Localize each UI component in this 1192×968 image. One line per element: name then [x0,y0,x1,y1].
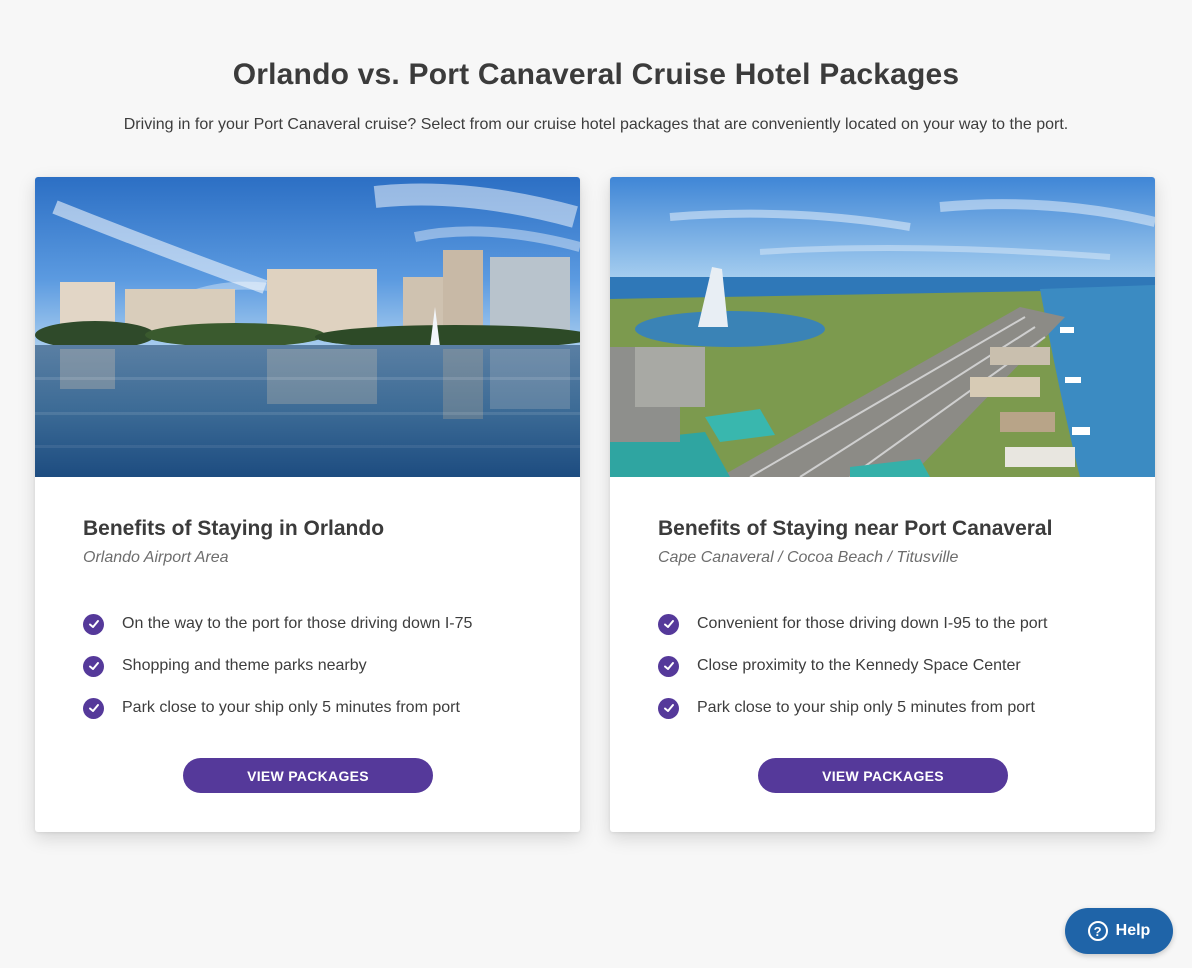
card-subtitle: Cape Canaveral / Cocoa Beach / Titusvill… [658,549,959,566]
checkmark-icon [83,613,104,635]
benefit-text: On the way to the port for those driving… [122,615,473,632]
card-subtitle: Orlando Airport Area [83,549,229,566]
benefits-list: Convenient for those driving down I-95 t… [658,603,1047,729]
benefit-text: Close proximity to the Kennedy Space Cen… [697,657,1021,674]
help-label: Help [1115,922,1151,939]
card-title: Benefits of Staying in Orlando [83,517,385,540]
benefit-item: Park close to your ship only 5 minutes f… [658,687,1047,729]
port-canaveral-card: Benefits of Staying near Port Canaveral … [610,177,1155,832]
card-title: Benefits of Staying near Port Canaveral [658,517,1053,540]
benefit-text: Convenient for those driving down I-95 t… [697,615,1048,632]
checkmark-icon [658,655,679,677]
question-circle-icon: ? [1087,921,1108,941]
checkmark-icon [83,697,104,719]
view-packages-port-canaveral-button[interactable]: VIEW PACKAGES [758,758,1008,793]
benefit-item: Park close to your ship only 5 minutes f… [83,687,472,729]
page-subtitle: Driving in for your Port Canaveral cruis… [123,116,1069,133]
benefit-text: Shopping and theme parks nearby [122,657,367,674]
orlando-card: Benefits of Staying in Orlando Orlando A… [35,177,580,832]
checkmark-icon [658,613,679,635]
benefit-item: Convenient for those driving down I-95 t… [658,603,1047,645]
page: Orlando vs. Port Canaveral Cruise Hotel … [0,0,1192,968]
page-title: Orlando vs. Port Canaveral Cruise Hotel … [232,58,960,91]
benefit-text: Park close to your ship only 5 minutes f… [697,699,1035,716]
checkmark-icon [83,655,104,677]
checkmark-icon [658,697,679,719]
benefit-item: Close proximity to the Kennedy Space Cen… [658,645,1047,687]
benefit-item: On the way to the port for those driving… [83,603,472,645]
benefit-text: Park close to your ship only 5 minutes f… [122,699,460,716]
view-packages-orlando-button[interactable]: VIEW PACKAGES [183,758,433,793]
port-canaveral-aerial-photo [610,177,1155,477]
help-button[interactable]: ? Help [1065,908,1173,954]
benefit-item: Shopping and theme parks nearby [83,645,472,687]
orlando-skyline-photo [35,177,580,477]
benefits-list: On the way to the port for those driving… [83,603,472,729]
